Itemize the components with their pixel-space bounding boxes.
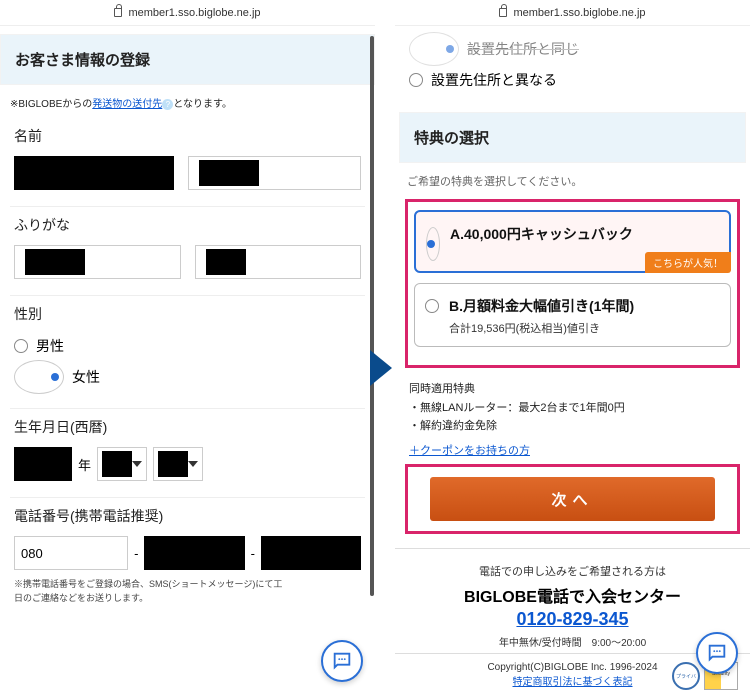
chat-button[interactable] <box>321 640 363 682</box>
input-tel-1[interactable]: 080 <box>14 536 128 570</box>
input-firstname[interactable] <box>188 156 362 190</box>
phone-apply-center: BIGLOBE電話で入会センター <box>405 583 740 607</box>
tel-fine-1: ※携帯電話番号をご登録の場合、SMS(ショートメッセージ)にて工 <box>0 578 375 592</box>
url-bar-right: member1.sso.biglobe.ne.jp <box>395 0 750 26</box>
radio-male[interactable]: 男性 <box>0 334 375 358</box>
footer-legal-link[interactable]: 特定商取引法に基づく表記 <box>513 677 633 688</box>
phone-hours: 年中無休/受付時間 9:00～20:00 <box>405 634 740 649</box>
input-year[interactable] <box>14 447 72 481</box>
label-gender: 性別 <box>0 296 375 334</box>
url-text: member1.sso.biglobe.ne.jp <box>513 7 645 19</box>
dash: - <box>134 546 138 561</box>
radio-icon-selected <box>409 32 459 66</box>
option-b[interactable]: B.月額料金大幅値引き(1年間) 合計19,536円(税込相当)値引き <box>414 283 731 347</box>
input-lastname[interactable] <box>14 156 174 190</box>
simultaneous-1: ・無線LANルーター：最大2台まで1年間0円 <box>395 399 750 418</box>
label-furigana: ふりがな <box>0 207 375 245</box>
chat-button[interactable] <box>696 632 738 674</box>
radio-icon <box>425 299 439 313</box>
option-b-sub: 合計19,536円(税込相当)値引き <box>449 320 634 336</box>
radio-addr-same-partial: 設置先住所と同じ <box>395 26 750 68</box>
select-day[interactable] <box>153 447 203 481</box>
radio-addr-diff[interactable]: 設置先住所と異なる <box>395 68 750 104</box>
shipping-note: ※BIGLOBEからの発送物の送付先?となります。 <box>0 95 375 118</box>
select-month[interactable] <box>97 447 147 481</box>
option-a-title: A.40,000円キャッシュバック <box>450 224 633 244</box>
chat-icon <box>706 642 728 664</box>
section-customer-info: お客さま情報の登録 <box>0 34 375 85</box>
radio-icon <box>409 73 423 87</box>
benefit-note: ご希望の特典を選択してください。 <box>395 169 750 199</box>
label-dob: 生年月日(西暦) <box>0 409 375 447</box>
radio-female[interactable]: 女性 <box>0 358 375 408</box>
option-a[interactable]: A.40,000円キャッシュバック こちらが人気！ <box>414 210 731 273</box>
chevron-down-icon <box>188 461 198 467</box>
url-bar-left: member1.sso.biglobe.ne.jp <box>0 0 375 26</box>
lock-icon <box>114 8 122 17</box>
help-icon[interactable]: ? <box>162 99 173 110</box>
section-benefit: 特典の選択 <box>399 112 746 163</box>
radio-icon-selected <box>426 227 440 261</box>
radio-icon <box>14 339 28 353</box>
next-button[interactable]: 次へ <box>430 477 714 521</box>
year-unit: 年 <box>78 455 91 474</box>
label-tel: 電話番号(携帯電話推奨) <box>0 498 375 536</box>
popular-badge: こちらが人気！ <box>645 252 731 273</box>
tel-fine-2: 日のご連絡などをお送りします。 <box>0 592 375 606</box>
phone-apply-box: 電話での申し込みをご希望される方は BIGLOBE電話で入会センター 0120-… <box>395 548 750 653</box>
simultaneous-head: 同時適用特典 <box>395 380 750 399</box>
benefit-options-highlight: A.40,000円キャッシュバック こちらが人気！ B.月額料金大幅値引き(1年… <box>405 199 740 368</box>
next-button-highlight: 次へ <box>405 464 740 534</box>
input-firstname-kana[interactable] <box>195 245 362 279</box>
arrow-right-icon <box>370 350 392 386</box>
shipping-link[interactable]: 発送物の送付先 <box>92 99 162 110</box>
input-tel-2[interactable] <box>144 536 244 570</box>
phone-apply-lead: 電話での申し込みをご希望される方は <box>405 563 740 579</box>
input-lastname-kana[interactable] <box>14 245 181 279</box>
privacy-seal-icon: プライバ <box>672 662 700 690</box>
right-screenshot: member1.sso.biglobe.ne.jp 設置先住所と同じ 設置先住所… <box>395 0 750 700</box>
simultaneous-2: ・解約違約金免除 <box>395 417 750 436</box>
right-content: 設置先住所と同じ 設置先住所と異なる 特典の選択 ご希望の特典を選択してください… <box>395 26 750 688</box>
left-content: お客さま情報の登録 ※BIGLOBEからの発送物の送付先?となります。 名前 ふ… <box>0 26 375 605</box>
input-tel-3[interactable] <box>261 536 361 570</box>
chat-icon <box>331 650 353 672</box>
radio-icon-selected <box>14 360 64 394</box>
url-text: member1.sso.biglobe.ne.jp <box>128 7 260 19</box>
left-screenshot: member1.sso.biglobe.ne.jp お客さま情報の登録 ※BIG… <box>0 0 375 700</box>
label-name: 名前 <box>0 118 375 156</box>
dash: - <box>251 546 255 561</box>
phone-number-link[interactable]: 0120-829-345 <box>516 609 628 630</box>
coupon-link[interactable]: ＋クーポンをお持ちの方 <box>395 436 750 464</box>
option-b-title: B.月額料金大幅値引き(1年間) <box>449 296 634 316</box>
lock-icon <box>499 8 507 17</box>
chevron-down-icon <box>132 461 142 467</box>
